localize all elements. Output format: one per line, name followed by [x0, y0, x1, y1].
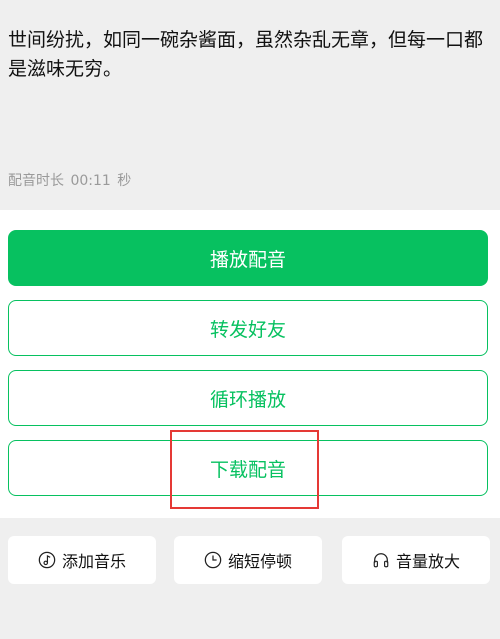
- shorten-pause-button[interactable]: 缩短停顿: [174, 536, 322, 584]
- play-voiceover-label: 播放配音: [209, 248, 286, 271]
- text-area: 世间纷扰，如同一碗杂酱面，虽然杂乱无章，但每一口都是滋味无穷。 配音时长 00:…: [0, 0, 500, 210]
- music-note-icon: [38, 551, 56, 569]
- shorten-pause-label: 缩短停顿: [227, 552, 292, 571]
- play-voiceover-button[interactable]: 播放配音: [8, 230, 488, 286]
- share-to-friend-label: 转发好友: [209, 318, 286, 341]
- duration-label: 配音时长: [8, 173, 64, 189]
- duration-unit: 秒: [117, 173, 132, 189]
- add-music-label: 添加音乐: [61, 552, 126, 571]
- tools-bar: 添加音乐 缩短停顿 音量放大: [0, 518, 500, 639]
- headphones-icon: [373, 553, 389, 568]
- add-music-button[interactable]: 添加音乐: [8, 536, 156, 584]
- voiceover-text: 世间纷扰，如同一碗杂酱面，虽然杂乱无章，但每一口都是滋味无穷。: [8, 29, 484, 80]
- loop-play-button[interactable]: 循环播放: [8, 370, 488, 426]
- clock-icon: [204, 551, 222, 569]
- duration-value: 00:11: [70, 173, 111, 189]
- volume-boost-label: 音量放大: [395, 552, 460, 571]
- loop-play-label: 循环播放: [209, 388, 286, 411]
- action-panel: 播放配音 转发好友 循环播放 下载配音: [0, 210, 500, 518]
- duration-info: 配音时长 00:11 秒: [8, 170, 133, 190]
- volume-boost-button[interactable]: 音量放大: [342, 536, 490, 584]
- download-voiceover-button[interactable]: 下载配音: [8, 440, 488, 496]
- share-to-friend-button[interactable]: 转发好友: [8, 300, 488, 356]
- download-voiceover-label: 下载配音: [209, 458, 286, 481]
